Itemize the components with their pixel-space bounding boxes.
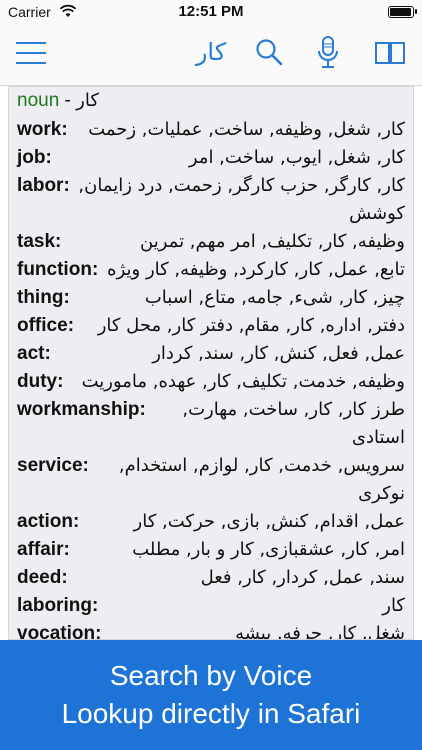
english-word: service: xyxy=(17,452,89,480)
word-separator: : xyxy=(57,371,64,392)
word-separator: : xyxy=(67,315,75,336)
word-separator: : xyxy=(139,399,146,420)
list-item[interactable]: deed: سند, عمل, کردار, کار, فعل xyxy=(9,564,413,592)
english-word-text: act xyxy=(17,343,45,364)
word-separator: : xyxy=(72,511,80,532)
word-separator: : xyxy=(55,231,62,252)
list-item[interactable]: labor: کار, کارگر, حزب کارگر, زحمت, درد ز… xyxy=(9,172,413,228)
english-word: work: xyxy=(17,116,68,144)
english-word: workmanship: xyxy=(17,396,146,424)
english-word-text: job xyxy=(17,147,46,168)
word-separator: : xyxy=(61,567,68,588)
english-word-text: affair xyxy=(17,539,64,560)
part-of-speech: noun xyxy=(17,90,60,111)
english-word-text: laboring xyxy=(17,595,92,616)
english-word: function: xyxy=(17,256,98,284)
microphone-icon[interactable] xyxy=(316,36,340,70)
english-word-text: service xyxy=(17,455,83,476)
english-word-text: office xyxy=(17,315,68,336)
persian-translation: وظیفه, کار, تکلیف, امر مهم, تمرین xyxy=(140,231,405,252)
persian-translation: وظیفه, خدمت, تکلیف, کار, عهده, ماموریت xyxy=(81,371,405,392)
english-word-text: thing xyxy=(17,287,64,308)
status-time: 12:51 PM xyxy=(178,3,244,20)
navigation-bar: کار xyxy=(0,24,422,86)
english-word: job: xyxy=(17,144,52,172)
word-separator: : xyxy=(45,147,52,168)
list-item[interactable]: work: کار, شغل, وظیفه, ساخت, عملیات, زحمت xyxy=(9,116,413,144)
promo-banner: Search by Voice Lookup directly in Safar… xyxy=(0,640,422,750)
word-separator: : xyxy=(61,119,68,140)
list-item[interactable]: laboring: کار xyxy=(9,592,413,620)
english-word-text: vocation xyxy=(17,623,96,640)
english-word: laboring: xyxy=(17,592,98,620)
persian-translation: امر, کار, عشقبازی, کار و بار, مطلب xyxy=(132,539,405,560)
english-word: labor: xyxy=(17,172,70,200)
word-separator: : xyxy=(82,455,89,476)
english-word-text: labor xyxy=(17,175,64,196)
persian-translation: کار, شغل, ایوب, ساخت, امر xyxy=(188,147,405,168)
list-item[interactable]: workmanship: طرز کار, کار, ساخت, مهارت, ا… xyxy=(9,396,413,452)
persian-translation: عمل, فعل, کنش, کار, سند, کردار xyxy=(152,343,405,364)
english-word: deed: xyxy=(17,564,68,592)
english-word-text: function xyxy=(17,259,92,280)
list-item[interactable]: task: وظیفه, کار, تکلیف, امر مهم, تمرین xyxy=(9,228,413,256)
english-word: affair: xyxy=(17,536,70,564)
english-word-text: task xyxy=(17,231,56,252)
persian-translation: دفتر, اداره, کار, مقام, دفتر کار, محل کا… xyxy=(97,315,405,336)
list-item[interactable]: duty: وظیفه, خدمت, تکلیف, کار, عهده, مامو… xyxy=(9,368,413,396)
list-item[interactable]: function: تابع, عمل, کار, کارکرد, وظیفه, … xyxy=(9,256,413,284)
english-word-text: duty xyxy=(17,371,58,392)
list-item[interactable]: office: دفتر, اداره, کار, مقام, دفتر کار,… xyxy=(9,312,413,340)
promo-line-2: Lookup directly in Safari xyxy=(61,698,361,729)
search-icon[interactable] xyxy=(255,38,283,66)
english-word: duty: xyxy=(17,368,63,396)
english-word: task: xyxy=(17,228,61,256)
list-item[interactable]: service: سرویس, خدمت, کار, لوازم, استخدام… xyxy=(9,452,413,508)
list-item[interactable]: job: کار, شغل, ایوب, ساخت, امر xyxy=(9,144,413,172)
persian-translation: سند, عمل, کردار, کار, فعل xyxy=(200,567,405,588)
translation-list: noun - کار work: کار, شغل, وظیفه, ساخت, ع… xyxy=(8,86,414,640)
word-separator: : xyxy=(63,539,70,560)
english-word-text: workmanship xyxy=(17,399,140,420)
persian-translation: کار, کارگر, حزب کارگر, زحمت, درد زایمان,… xyxy=(78,175,405,224)
english-word: vocation: xyxy=(17,620,102,640)
pos-separator: - xyxy=(59,90,77,111)
list-item[interactable]: thing: چیز, کار, شیء, جامه, متاع, اسباب xyxy=(9,284,413,312)
word-separator: : xyxy=(91,259,99,280)
promo-line-1: Search by Voice xyxy=(109,660,313,691)
word-separator: : xyxy=(63,175,70,196)
english-word: thing: xyxy=(17,284,70,312)
english-word: action: xyxy=(17,508,79,536)
list-item[interactable]: act: عمل, فعل, کنش, کار, سند, کردار xyxy=(9,340,413,368)
status-bar: Carrier 12:51 PM xyxy=(0,0,422,24)
book-icon[interactable] xyxy=(374,39,406,67)
battery-icon xyxy=(388,6,417,18)
entry-headword: کار xyxy=(76,90,99,111)
word-separator: : xyxy=(44,343,51,364)
english-word: office: xyxy=(17,312,74,340)
page-title: کار xyxy=(195,38,227,66)
word-separator: : xyxy=(95,623,102,640)
word-separator: : xyxy=(91,595,99,616)
entry-header: noun - کار xyxy=(9,87,413,116)
english-word: act: xyxy=(17,340,51,368)
word-separator: : xyxy=(63,287,70,308)
list-item[interactable]: action: عمل, اقدام, کنش, بازی, حرکت, کار xyxy=(9,508,413,536)
english-word-text: deed xyxy=(17,567,62,588)
list-item[interactable]: affair: امر, کار, عشقبازی, کار و بار, مطل… xyxy=(9,536,413,564)
persian-translation: کار, شغل, وظیفه, ساخت, عملیات, زحمت xyxy=(88,119,405,140)
persian-translation: چیز, کار, شیء, جامه, متاع, اسباب xyxy=(144,287,405,308)
english-word-text: action xyxy=(17,511,73,532)
english-word-text: work xyxy=(17,119,62,140)
list-item[interactable]: vocation: شغل, کار, حرفه, پیشه xyxy=(9,620,413,640)
